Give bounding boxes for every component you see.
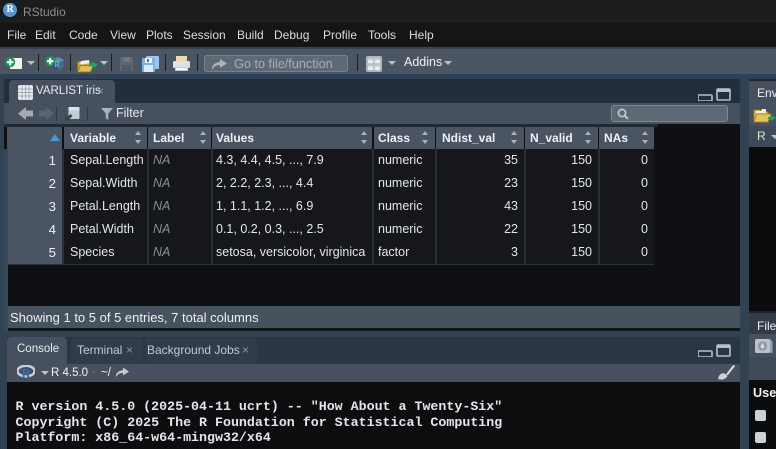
svg-text:R: R [55,60,61,69]
svg-text:R: R [21,366,31,380]
